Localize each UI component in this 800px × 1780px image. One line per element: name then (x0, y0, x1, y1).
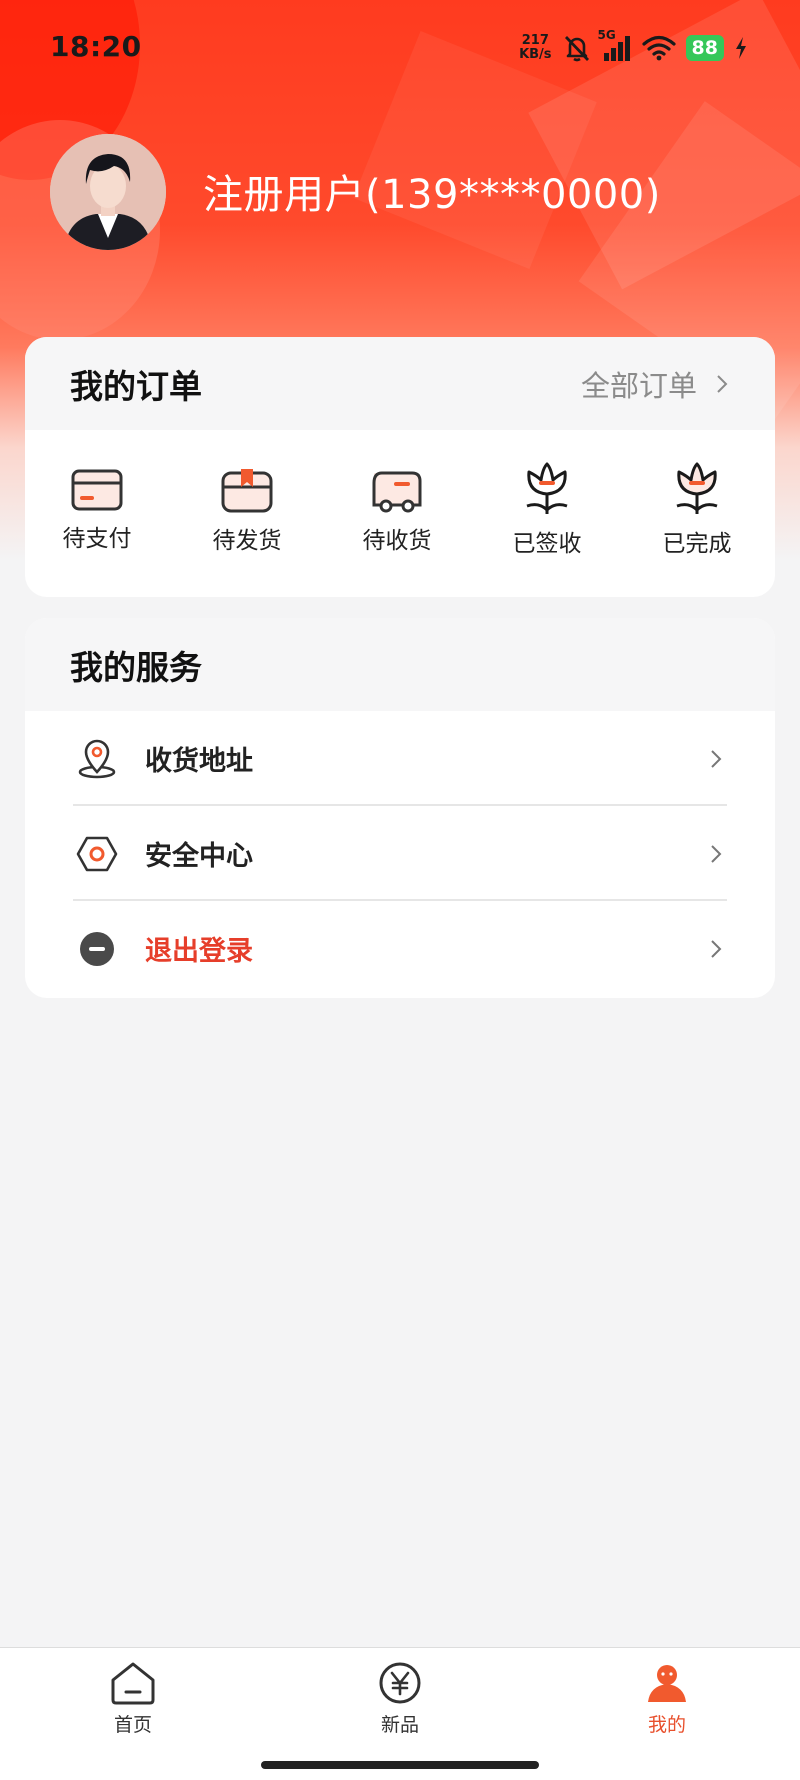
tab-label: 新品 (380, 1714, 419, 1736)
order-status-row: 待支付 待发货 待收货 已签收 已完成 (25, 430, 775, 597)
network-speed-value: 217 (521, 33, 549, 48)
order-label: 待收货 (362, 528, 432, 554)
flower-icon (526, 462, 568, 514)
box-icon (221, 469, 273, 513)
tab-mine[interactable]: 我的 (607, 1660, 727, 1737)
service-shipping-address[interactable]: 收货地址 (25, 711, 775, 806)
avatar-icon[interactable] (50, 134, 166, 250)
service-logout[interactable]: 退出登录 (25, 901, 775, 996)
service-label: 退出登录 (145, 936, 253, 967)
service-label: 安全中心 (145, 841, 253, 872)
order-label: 已签收 (512, 531, 582, 557)
status-icons: 217 KB/s 5G 88 (519, 28, 748, 66)
bell-muted-icon (564, 36, 589, 62)
tab-home[interactable]: 首页 (73, 1660, 193, 1737)
order-pending-shipment[interactable]: 待发货 (182, 465, 312, 555)
cellular-signal: 5G (598, 28, 632, 62)
services-card: 我的服务 收货地址 安全中心 退出登录 (25, 618, 775, 998)
order-label: 待支付 (62, 526, 132, 552)
order-signed[interactable]: 已签收 (482, 462, 612, 558)
flower-icon (676, 462, 718, 514)
network-speed: 217 KB/s (519, 34, 551, 62)
bottom-tab-bar: 首页 新品 我的 (0, 1647, 800, 1780)
status-bar: 18:20 217 KB/s 5G 88 (0, 0, 800, 95)
status-time: 18:20 (50, 30, 142, 63)
chevron-right-icon (711, 940, 722, 958)
battery-icon: 88 (685, 35, 724, 61)
services-title: 我的服务 (70, 647, 202, 687)
order-pending-payment[interactable]: 待支付 (32, 465, 162, 553)
home-icon (111, 1662, 155, 1705)
network-type: 5G (597, 28, 616, 42)
chevron-right-icon (717, 374, 728, 393)
network-speed-unit: KB/s (519, 47, 552, 62)
orders-header: 我的订单 全部订单 (25, 337, 775, 430)
all-orders-label: 全部订单 (580, 368, 697, 403)
charging-icon (736, 37, 746, 59)
order-label: 已完成 (662, 531, 732, 557)
card-icon (71, 469, 123, 511)
user-icon (648, 1665, 686, 1702)
order-label: 待发货 (212, 528, 282, 554)
location-pin-icon (75, 737, 119, 781)
chevron-right-icon (711, 750, 722, 768)
minus-circle-icon (75, 927, 119, 971)
tab-new-products[interactable]: 新品 (340, 1660, 460, 1737)
tab-label: 首页 (113, 1714, 152, 1736)
truck-icon (372, 471, 422, 513)
orders-card: 我的订单 全部订单 待支付 待发货 待收货 已签收 已完成 (25, 337, 775, 597)
yen-icon (379, 1662, 421, 1704)
all-orders-link[interactable]: 全部订单 (581, 363, 729, 405)
services-header: 我的服务 (25, 618, 775, 711)
hexagon-nut-icon (75, 832, 119, 876)
order-pending-receipt[interactable]: 待收货 (332, 465, 462, 555)
home-indicator (261, 1761, 539, 1769)
order-completed[interactable]: 已完成 (632, 462, 762, 558)
chevron-right-icon (711, 845, 722, 863)
orders-title: 我的订单 (70, 366, 202, 406)
wifi-icon (641, 35, 676, 61)
service-security-center[interactable]: 安全中心 (25, 806, 775, 901)
tab-label: 我的 (647, 1714, 686, 1736)
user-name[interactable]: 注册用户(139****0000) (203, 162, 661, 220)
service-label: 收货地址 (145, 746, 253, 777)
avatar-illustration (50, 134, 166, 250)
